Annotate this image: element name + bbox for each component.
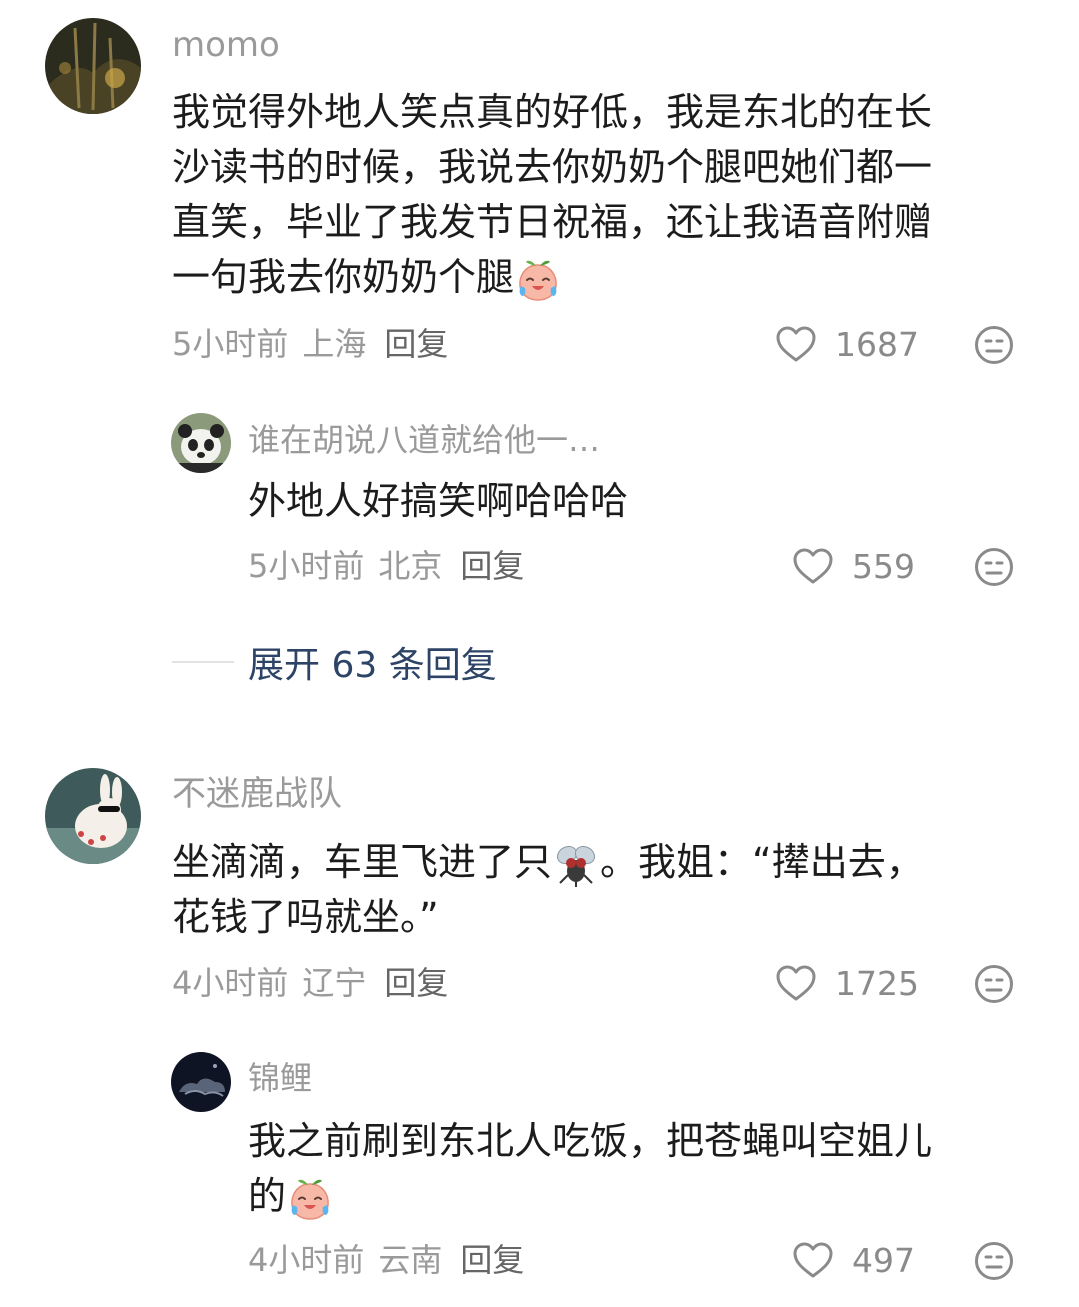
comment-line: 一句我去你奶奶个腿: [172, 250, 932, 305]
like-count: 559: [852, 546, 915, 586]
dislike-icon[interactable]: [974, 547, 1014, 587]
like-button[interactable]: 559: [792, 544, 915, 588]
like-count: 1725: [835, 963, 919, 1003]
dislike-icon[interactable]: [974, 1241, 1014, 1281]
comment-text: 我觉得外地人笑点真的好低，我是东北的在长 沙读书的时候，我说去你奶奶个腿吧她们都…: [172, 85, 932, 305]
crying-laughing-peach-icon: [286, 1175, 334, 1223]
dislike-icon[interactable]: [974, 964, 1014, 1004]
comment-line: 花钱了吗就坐。”: [172, 895, 439, 939]
like-button[interactable]: 1687: [775, 322, 919, 366]
like-count: 1687: [835, 324, 919, 364]
sunglasses-rabbit-avatar-icon: [45, 768, 141, 864]
comment-line: 我觉得外地人笑点真的好低，我是东北的在长: [172, 90, 933, 134]
comment-line: 直笑，毕业了我发节日祝福，还让我语音附赠: [172, 200, 933, 244]
heart-icon: [775, 324, 817, 364]
timestamp: 5小时前: [172, 325, 289, 363]
location: 北京: [378, 547, 443, 585]
dark-cloud-avatar-icon: [171, 1052, 231, 1112]
reply-button[interactable]: 回复: [384, 964, 448, 1002]
reply-text: 外地人好搞笑啊哈哈哈: [248, 474, 628, 529]
heart-icon: [775, 963, 817, 1003]
comment-meta: 4小时前 辽宁 回复: [172, 963, 448, 1003]
reply-meta: 5小时前 北京 回复: [248, 546, 524, 586]
reply-button[interactable]: 回复: [460, 547, 524, 585]
location: 上海: [302, 325, 367, 363]
reply-username[interactable]: 锦鲤: [248, 1058, 312, 1098]
expand-replies-button[interactable]: 展开 63 条回复: [172, 636, 497, 688]
night-tree-avatar-icon: [45, 18, 141, 114]
comment-meta: 5小时前 上海 回复: [172, 324, 448, 364]
divider: [172, 661, 234, 663]
like-button[interactable]: 497: [792, 1238, 915, 1282]
comment-text: 坐滴滴，车里飞进了只 。我姐：“撵出去， 花钱了吗就坐。”: [172, 835, 924, 945]
comment-line: 坐滴滴，车里飞进了只 。我姐：“撵出去，: [172, 835, 924, 890]
timestamp: 5小时前: [248, 547, 365, 585]
comment-line: 沙读书的时候，我说去你奶奶个腿吧她们都一: [172, 145, 933, 189]
timestamp: 4小时前: [248, 1241, 365, 1279]
heart-icon: [792, 546, 834, 586]
panda-avatar-icon: [171, 413, 231, 473]
reply-line: 我之前刷到东北人吃饭，把苍蝇叫空姐儿: [248, 1119, 933, 1163]
reply-text: 我之前刷到东北人吃饭，把苍蝇叫空姐儿 的: [248, 1114, 932, 1224]
crying-laughing-peach-icon: [514, 256, 562, 304]
dislike-icon[interactable]: [974, 325, 1014, 365]
location: 辽宁: [302, 964, 367, 1002]
reply-meta: 4小时前 云南 回复: [248, 1240, 524, 1280]
expand-replies-label: 展开 63 条回复: [248, 645, 497, 686]
fly-icon: [552, 841, 600, 889]
heart-icon: [792, 1240, 834, 1280]
reply-username[interactable]: 谁在胡说八道就给他一…: [248, 420, 600, 460]
avatar[interactable]: [45, 18, 141, 114]
location: 云南: [378, 1241, 443, 1279]
reply-button[interactable]: 回复: [460, 1241, 524, 1279]
reply-button[interactable]: 回复: [384, 325, 448, 363]
reply-line: 外地人好搞笑啊哈哈哈: [248, 479, 629, 523]
avatar[interactable]: [171, 1052, 231, 1112]
username[interactable]: momo: [172, 25, 280, 65]
reply-line: 的: [248, 1169, 932, 1224]
username[interactable]: 不迷鹿战队: [172, 774, 342, 814]
timestamp: 4小时前: [172, 964, 289, 1002]
like-button[interactable]: 1725: [775, 961, 919, 1005]
avatar[interactable]: [171, 413, 231, 473]
like-count: 497: [852, 1240, 915, 1280]
avatar[interactable]: [45, 768, 141, 864]
